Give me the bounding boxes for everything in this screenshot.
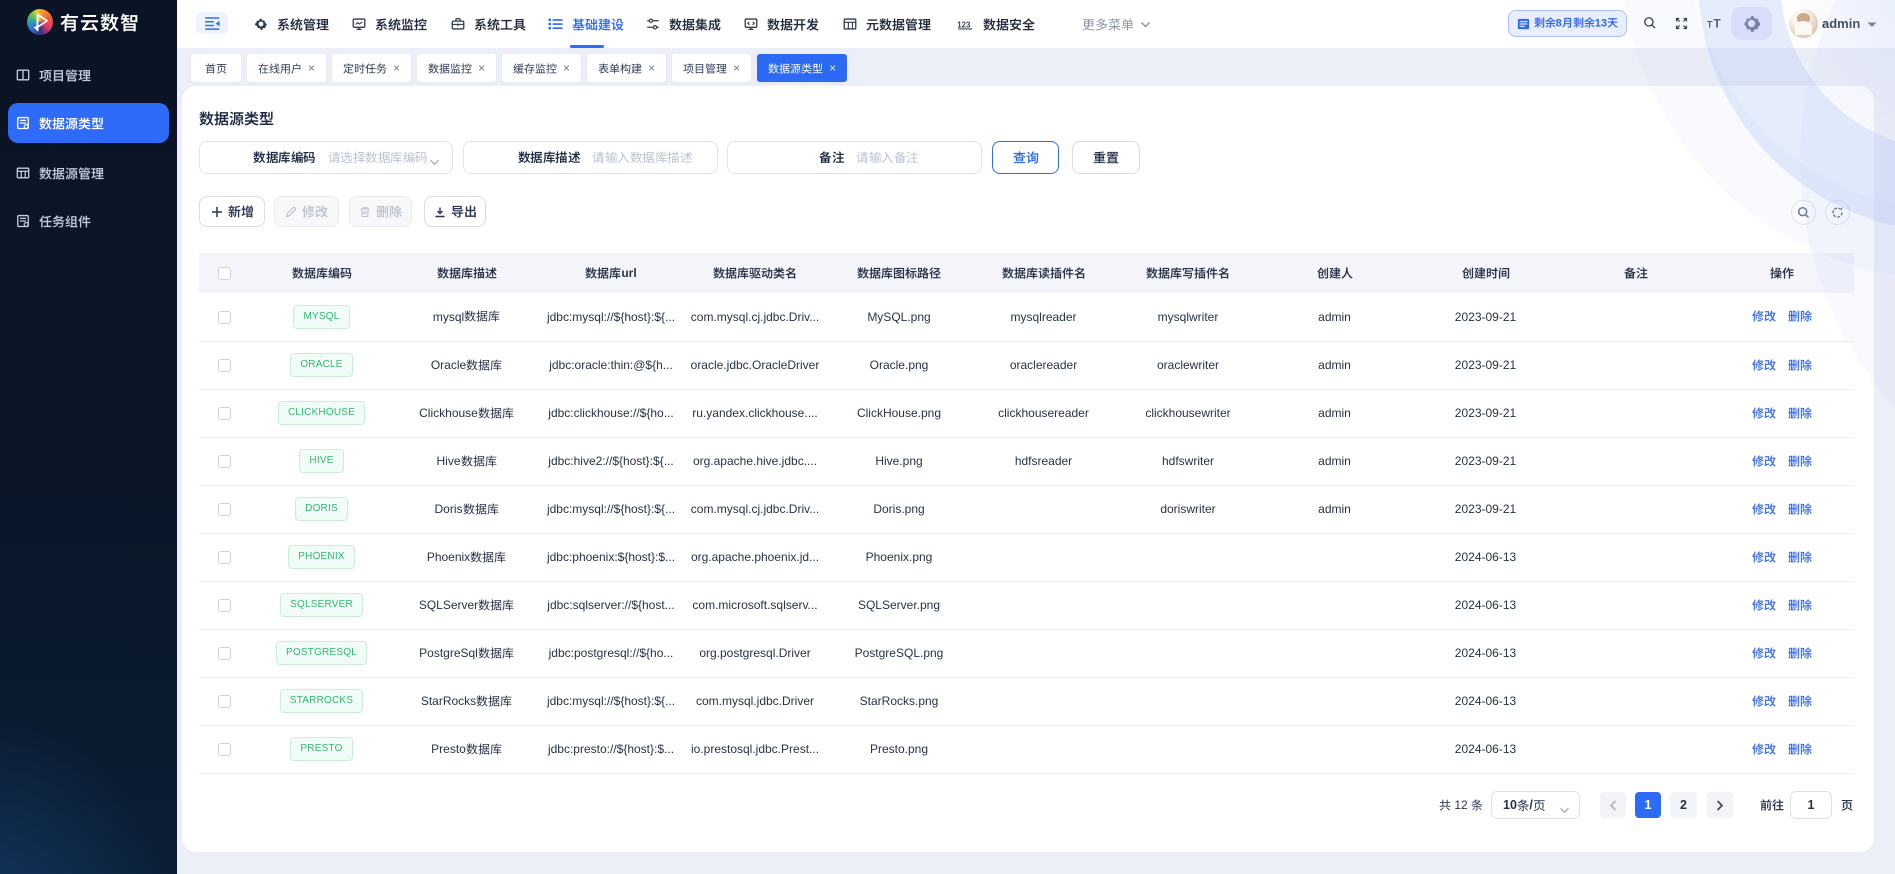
svg-text:T: T xyxy=(1707,19,1713,29)
svg-text:123: 123 xyxy=(957,20,971,29)
svg-text:T: T xyxy=(1713,16,1721,30)
